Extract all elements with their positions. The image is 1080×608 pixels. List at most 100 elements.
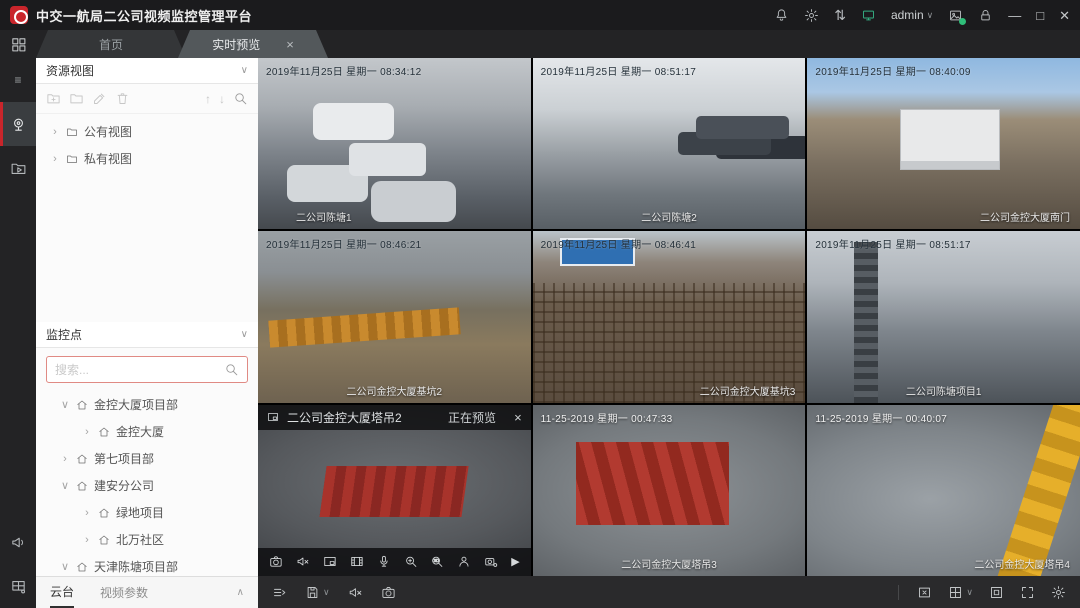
camera-tile-8[interactable]: 11-25-2019 星期一 00:47:33 二公司金控大厦塔吊3 (533, 405, 806, 576)
tree-item[interactable]: ∨ 金控大厦项目部 (36, 391, 258, 418)
tree-item[interactable]: › 第七项目部 (36, 445, 258, 472)
record-icon[interactable] (350, 554, 364, 569)
snapshot-all-icon[interactable] (381, 585, 396, 600)
layout-select-button[interactable]: ∨ (948, 585, 973, 600)
tree-item[interactable]: › 北万社区 (36, 526, 258, 553)
monitor-point-title: 监控点 (46, 326, 82, 343)
chevron-right-icon[interactable]: › (82, 507, 92, 519)
camera-tile-6[interactable]: 2019年11月25日 星期一 08:51:17 二公司陈塘项目1 (807, 231, 1080, 402)
tab-ptz[interactable]: 云台 (50, 577, 74, 608)
collapse-chevron-icon[interactable]: ∨ (241, 65, 248, 76)
zoom-in-icon[interactable] (404, 554, 418, 569)
tab-close-icon[interactable]: × (286, 37, 294, 52)
camera-tile-4[interactable]: 2019年11月25日 星期一 08:46:21 二公司金控大厦基坑2 (258, 231, 531, 402)
chevron-down-icon[interactable]: ∨ (60, 398, 70, 411)
chevron-right-icon[interactable]: › (50, 126, 60, 138)
mute-all-icon[interactable] (348, 585, 363, 600)
chevron-right-icon[interactable]: › (82, 534, 92, 546)
chevron-down-icon: ∨ (966, 587, 973, 598)
monitor-icon[interactable] (861, 8, 876, 23)
chevron-right-icon[interactable]: › (50, 153, 60, 165)
camera-timestamp: 2019年11月25日 星期一 08:34:12 (266, 63, 421, 78)
pip-icon[interactable] (323, 554, 337, 569)
apps-grid-icon[interactable] (0, 30, 36, 58)
camera-label: 二公司陈塘项目1 (906, 383, 982, 398)
site-icon (98, 507, 110, 519)
search-input[interactable] (55, 363, 218, 377)
video-area: 2019年11月25日 星期一 08:34:12 二公司陈塘1 2019年11月… (258, 58, 1080, 608)
camera-tile-1[interactable]: 2019年11月25日 星期一 08:34:12 二公司陈塘1 (258, 58, 531, 229)
tree-item[interactable]: › 金控大厦 (36, 418, 258, 445)
folder-icon (66, 153, 78, 165)
rail-menu-icon[interactable]: ≡ (0, 58, 36, 102)
camera-settings-icon[interactable] (484, 554, 498, 569)
close-button[interactable]: ✕ (1059, 9, 1070, 22)
transfer-icon[interactable]: ⇅ (834, 7, 846, 24)
single-screen-icon[interactable] (989, 585, 1004, 600)
mic-icon[interactable] (377, 554, 391, 569)
add-folder-icon[interactable] (46, 91, 61, 106)
folder-icon (66, 126, 78, 138)
tree-item-label: 金控大厦 (116, 423, 164, 440)
bottom-toolbar: ∨ ∨ (258, 576, 1080, 608)
rail-broadcast-icon[interactable] (0, 520, 36, 564)
save-view-button[interactable]: ∨ (305, 585, 330, 600)
chevron-down-icon: ∨ (323, 587, 330, 598)
camera-tile-5[interactable]: 2019年11月25日 星期一 08:46:41 二公司金控大厦基坑3 (533, 231, 806, 402)
chevron-right-icon[interactable]: › (82, 426, 92, 438)
search-icon[interactable] (224, 362, 239, 377)
gear-icon[interactable] (804, 8, 819, 23)
tab-home[interactable]: 首页 (36, 30, 186, 58)
tree-item-label: 金控大厦项目部 (94, 396, 178, 413)
preset-icon[interactable] (457, 554, 471, 569)
tree-item-public-views[interactable]: › 公有视图 (36, 118, 258, 145)
camera-label: 二公司金控大厦基坑3 (700, 383, 796, 398)
camera-scene (807, 231, 1080, 402)
minimize-button[interactable]: — (1008, 9, 1021, 22)
settings-gear-icon[interactable] (1051, 585, 1066, 600)
camera-tile-7-selected[interactable]: 二公司金控大厦塔吊2 正在预览 × ▶ (258, 405, 531, 576)
chevron-down-icon: ∨ (927, 10, 934, 21)
rail-live-view-icon[interactable] (0, 102, 36, 146)
chevron-right-icon[interactable]: › (60, 453, 70, 465)
rail-tv-wall-icon[interactable] (0, 564, 36, 608)
edit-icon[interactable] (92, 91, 107, 106)
collapse-up-chevron-icon[interactable]: ∧ (237, 577, 244, 608)
fullscreen-icon[interactable] (1020, 585, 1035, 600)
camera-tile-9[interactable]: 11-25-2019 星期一 00:40:07 二公司金控大厦塔吊4 (807, 405, 1080, 576)
camera-label: 二公司金控大厦塔吊4 (974, 556, 1070, 571)
collapse-chevron-icon[interactable]: ∨ (241, 329, 248, 340)
screenshot-icon[interactable] (948, 8, 963, 23)
tree-item[interactable]: › 绿地项目 (36, 499, 258, 526)
chevron-down-icon[interactable]: ∨ (60, 560, 70, 573)
zoom-3d-icon[interactable] (430, 554, 444, 569)
close-all-icon[interactable] (917, 585, 932, 600)
camera-tile-2[interactable]: 2019年11月25日 星期一 08:51:17 二公司陈塘2 (533, 58, 806, 229)
more-controls-icon[interactable]: ▶ (511, 555, 519, 568)
chevron-down-icon[interactable]: ∨ (60, 479, 70, 492)
tab-live-preview[interactable]: 实时预览 × (178, 30, 328, 58)
camera-tile-3[interactable]: 2019年11月25日 星期一 08:40:09 二公司金控大厦南门 (807, 58, 1080, 229)
move-down-icon[interactable]: ↓ (219, 92, 225, 106)
search-icon[interactable] (233, 91, 248, 106)
tree-item-private-views[interactable]: › 私有视图 (36, 145, 258, 172)
close-icon[interactable]: × (514, 410, 522, 425)
camera-label: 二公司陈塘2 (641, 209, 697, 224)
user-menu[interactable]: admin ∨ (891, 8, 933, 22)
delete-icon[interactable] (115, 91, 130, 106)
camera-timestamp: 2019年11月25日 星期一 08:51:17 (541, 63, 696, 78)
bell-icon[interactable] (774, 8, 789, 23)
add-view-icon[interactable] (69, 91, 84, 106)
move-up-icon[interactable]: ↑ (205, 92, 211, 106)
tree-item[interactable]: ∨ 天津陈塘项目部 (36, 553, 258, 576)
mute-icon[interactable] (296, 554, 310, 569)
snapshot-icon[interactable] (269, 554, 283, 569)
tab-video-params[interactable]: 视频参数 (100, 577, 148, 608)
camera-scene (533, 405, 806, 576)
titlebar: 中交一航局二公司视频监控管理平台 ⇅ admin ∨ — □ ✕ (0, 0, 1080, 30)
rail-playback-icon[interactable] (0, 146, 36, 190)
stop-all-icon[interactable] (272, 585, 287, 600)
lock-icon[interactable] (978, 8, 993, 23)
maximize-button[interactable]: □ (1036, 9, 1044, 22)
tree-item[interactable]: ∨ 建安分公司 (36, 472, 258, 499)
